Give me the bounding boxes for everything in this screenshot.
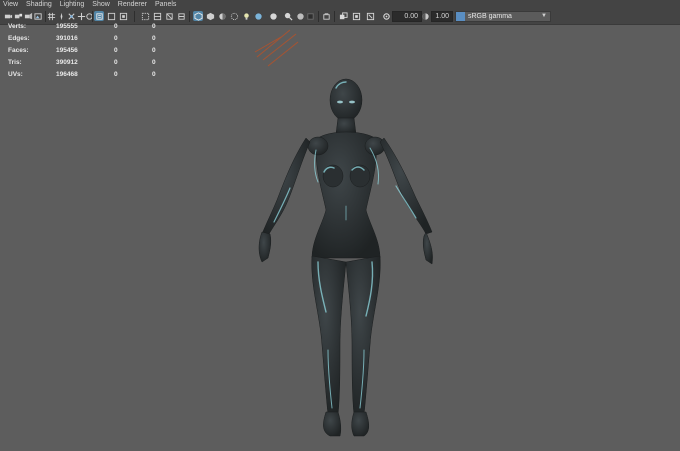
- shadows-icon[interactable]: [164, 11, 174, 21]
- model-body: [258, 78, 433, 437]
- hud-selected-value: 0: [114, 23, 118, 30]
- hud-value: 196468: [56, 71, 78, 78]
- multiple-panels-icon[interactable]: [338, 11, 348, 21]
- hud-component-value: 0: [152, 71, 156, 78]
- hud-row-uvs: UVs: 196468 0 0: [8, 71, 168, 83]
- hud-component-value: 0: [152, 35, 156, 42]
- camera-attributes-icon[interactable]: [13, 11, 23, 21]
- hud-label: Edges:: [8, 35, 30, 42]
- hud-label: UVs:: [8, 71, 23, 78]
- menu-lighting[interactable]: Lighting: [56, 0, 89, 9]
- hud-toggle-icon[interactable]: [321, 11, 331, 21]
- textured-icon[interactable]: [140, 11, 150, 21]
- menu-shading[interactable]: Shading: [22, 0, 56, 9]
- wireframe-icon[interactable]: [106, 11, 116, 21]
- lights-icon[interactable]: [152, 11, 162, 21]
- menu-show[interactable]: Show: [88, 0, 114, 9]
- frame-all-icon[interactable]: [365, 11, 375, 21]
- color-space-label: sRGB gamma: [468, 13, 512, 20]
- panel-menu-bar: View Shading Lighting Show Renderer Pane…: [0, 0, 680, 9]
- hud-label: Tris:: [8, 59, 22, 66]
- hud-row-tris: Tris: 390912 0 0: [8, 59, 168, 71]
- ambient-occlusion-icon[interactable]: [176, 11, 186, 21]
- exposure-icon[interactable]: [381, 11, 391, 21]
- perspective-viewport[interactable]: [0, 25, 680, 451]
- camera-icon[interactable]: [3, 11, 13, 21]
- frame-selection-icon[interactable]: [351, 11, 361, 21]
- gamma-field[interactable]: 1.00: [431, 11, 453, 22]
- character-model[interactable]: [0, 25, 680, 451]
- menu-panels[interactable]: Panels: [151, 0, 180, 9]
- image-plane-icon[interactable]: [33, 11, 43, 21]
- xray-joints-icon[interactable]: [241, 11, 251, 21]
- hud-component-value: 0: [152, 59, 156, 66]
- menu-renderer[interactable]: Renderer: [114, 0, 151, 9]
- hud-selected-value: 0: [114, 47, 118, 54]
- exposure-field[interactable]: 0.00: [392, 11, 422, 22]
- color-management-icon[interactable]: [456, 12, 465, 21]
- chevron-down-icon: ▼: [541, 13, 547, 19]
- menu-view[interactable]: View: [0, 0, 22, 9]
- anti-aliasing-icon[interactable]: [205, 11, 215, 21]
- hud-row-edges: Edges: 391016 0 0: [8, 35, 168, 47]
- film-gate-icon[interactable]: [56, 11, 66, 21]
- hud-label: Verts:: [8, 23, 27, 30]
- bookmark-icon[interactable]: [23, 11, 33, 21]
- gamma-icon[interactable]: [420, 11, 430, 21]
- wireframe-on-shaded-icon[interactable]: [283, 11, 293, 21]
- display-smoothness-icon[interactable]: [268, 11, 278, 21]
- hud-row-faces: Faces: 195456 0 0: [8, 47, 168, 59]
- hud-value: 195555: [56, 23, 78, 30]
- hud-label: Faces:: [8, 47, 29, 54]
- hud-selected-value: 0: [114, 59, 118, 66]
- hud-selected-value: 0: [114, 35, 118, 42]
- resolution-gate-icon[interactable]: [66, 11, 76, 21]
- grid-icon[interactable]: [46, 11, 56, 21]
- backface-icon[interactable]: [253, 11, 263, 21]
- safe-action-icon[interactable]: [94, 11, 104, 21]
- shaded-sphere-icon[interactable]: [295, 11, 305, 21]
- isolate-select-icon[interactable]: [217, 11, 227, 21]
- hud-component-value: 0: [152, 23, 156, 30]
- dark-square-icon[interactable]: [305, 11, 315, 21]
- hud-value: 390912: [56, 59, 78, 66]
- color-space-dropdown[interactable]: sRGB gamma ▼: [455, 11, 551, 22]
- hud-value: 195456: [56, 47, 78, 54]
- motion-blur-icon[interactable]: [193, 11, 203, 21]
- smooth-shade-icon[interactable]: [118, 11, 128, 21]
- hud-row-verts: Verts: 195555 0 0: [8, 23, 168, 35]
- hud-selected-value: 0: [114, 71, 118, 78]
- sketch-strokes: [254, 29, 299, 67]
- xray-icon[interactable]: [229, 11, 239, 21]
- hud-value: 391016: [56, 35, 78, 42]
- poly-count-hud: Verts: 195555 0 0 Edges: 391016 0 0 Face…: [8, 23, 168, 83]
- hud-component-value: 0: [152, 47, 156, 54]
